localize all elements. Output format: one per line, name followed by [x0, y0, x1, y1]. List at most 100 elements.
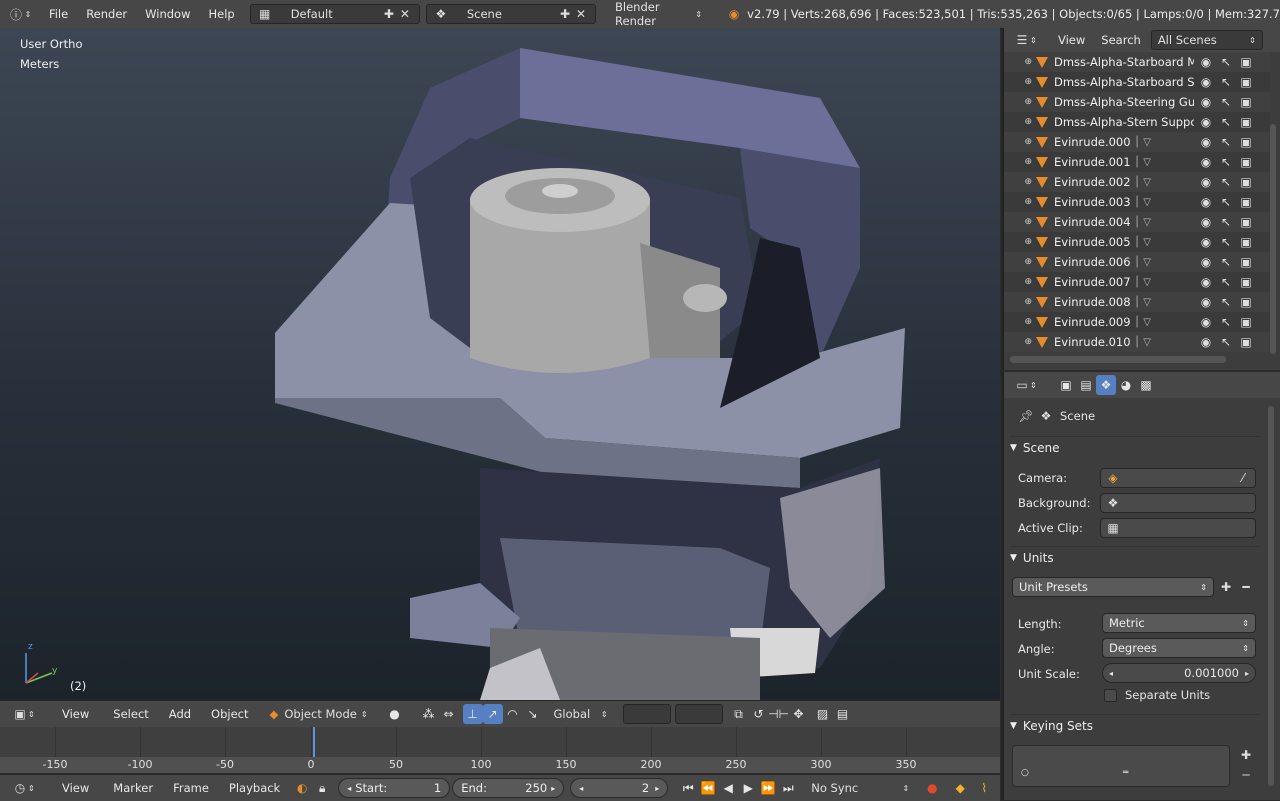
outliner-scrollbar-h[interactable]	[1010, 356, 1226, 363]
cursor-icon[interactable]: ↖	[1218, 154, 1234, 170]
timeline-editor-type[interactable]: ◷ ⇕	[0, 780, 48, 796]
menu-frame[interactable]: Frame	[165, 775, 217, 801]
eye-icon[interactable]: ◉	[1198, 334, 1214, 350]
cursor-icon[interactable]: ↖	[1218, 74, 1234, 90]
object-name[interactable]: Evinrude.009	[1054, 315, 1134, 329]
background-field[interactable]: ❖	[1100, 493, 1256, 513]
play-icon[interactable]: ▶	[738, 778, 758, 798]
layers-group-2[interactable]	[674, 704, 723, 724]
tab-scene-icon[interactable]: ❖	[1096, 375, 1116, 395]
list-item[interactable]: ⊕ Evinrude.006 │ ▽ ◉ ↖ ▣	[1004, 252, 1270, 272]
object-name[interactable]: Evinrude.007	[1054, 275, 1134, 289]
menu-render[interactable]: Render	[77, 0, 136, 28]
camera-icon[interactable]: ▣	[1238, 274, 1254, 290]
camera-icon[interactable]: ▣	[1238, 174, 1254, 190]
jump-keyframe-forward-icon[interactable]: ⏩	[758, 778, 778, 798]
record-icon[interactable]: ●	[922, 778, 942, 798]
tab-texture-icon[interactable]: ▩	[1136, 375, 1156, 395]
cursor-icon[interactable]: ↖	[1218, 194, 1234, 210]
cursor-icon[interactable]: ↖	[1218, 234, 1234, 250]
panel-units-header[interactable]: ▼ Units	[1010, 546, 1260, 569]
menu-playback[interactable]: Playback	[221, 775, 288, 801]
eye-icon[interactable]: ◉	[1198, 134, 1214, 150]
list-item[interactable]: ⊕ Evinrude.005 │ ▽ ◉ ↖ ▣	[1004, 232, 1270, 252]
outliner-menu-view[interactable]: View	[1050, 28, 1093, 52]
cursor-icon[interactable]: ↖	[1218, 294, 1234, 310]
eye-icon[interactable]: ◉	[1198, 114, 1214, 130]
expand-icon[interactable]: ⊕	[1004, 237, 1032, 247]
cursor-icon[interactable]: ↖	[1218, 94, 1234, 110]
remove-layout-icon[interactable]: ✕	[397, 6, 413, 22]
expand-icon[interactable]: ⊕	[1004, 157, 1032, 167]
list-item[interactable]: ⊕ Dmss-Alpha-Steering Guide ◉ ↖ ▣	[1004, 92, 1270, 112]
camera-icon[interactable]: ▣	[1238, 134, 1254, 150]
object-name[interactable]: Evinrude.008	[1054, 295, 1134, 309]
unit-scale-field[interactable]: ◂ 0.001000 ▸	[1102, 663, 1256, 683]
camera-icon[interactable]: ▣	[1238, 234, 1254, 250]
menu-window[interactable]: Window	[136, 0, 199, 28]
eye-icon[interactable]: ◉	[1198, 54, 1214, 70]
end-frame-field[interactable]: End: 250 ▸	[452, 778, 565, 798]
expand-icon[interactable]: ⊕	[1004, 97, 1032, 107]
outliner-menu-search[interactable]: Search	[1093, 28, 1149, 52]
menu-help[interactable]: Help	[199, 0, 243, 28]
rotate-icon[interactable]: ◠	[503, 704, 523, 724]
camera-icon[interactable]: ▣	[1238, 194, 1254, 210]
remove-scene-icon[interactable]: ✕	[573, 6, 589, 22]
current-frame-field[interactable]: ◂ 2 ▸	[570, 778, 669, 798]
menu-file[interactable]: File	[40, 0, 77, 28]
list-item[interactable]: ⊕ Dmss-Alpha-Stern Support ◉ ↖ ▣	[1004, 112, 1270, 132]
object-name[interactable]: Evinrude.010	[1054, 335, 1134, 349]
checkbox-icon[interactable]	[1104, 688, 1117, 702]
list-item[interactable]: ⊕ Dmss-Alpha-Starboard Stern ◉ ↖ ▣	[1004, 72, 1270, 92]
orientation-selector[interactable]: Global ⇕	[546, 704, 615, 724]
list-item[interactable]: ⊕ Evinrude.009 │ ▽ ◉ ↖ ▣	[1004, 312, 1270, 332]
play-reverse-icon[interactable]: ◀	[718, 778, 738, 798]
layout-selector[interactable]: ▦ Default ✚ ✕	[249, 4, 420, 24]
add-scene-icon[interactable]: ✚	[557, 6, 573, 22]
jump-end-icon[interactable]: ⏭	[778, 778, 798, 798]
render-engine-selector[interactable]: Blender Render ⇕	[608, 0, 709, 28]
list-item[interactable]: ⊕ Evinrude.002 │ ▽ ◉ ↖ ▣	[1004, 172, 1270, 192]
keying-sets-list[interactable]: ○ ═	[1012, 745, 1230, 787]
camera-icon[interactable]: ▣	[1238, 74, 1254, 90]
eye-icon[interactable]: ◉	[1198, 74, 1214, 90]
unit-presets-menu[interactable]: Unit Presets ⇕	[1012, 577, 1214, 597]
object-name[interactable]: Evinrude.006	[1054, 255, 1134, 269]
mode-selector[interactable]: ◆ Object Mode ⇕	[262, 704, 375, 724]
pivot-icon[interactable]: ⁂	[419, 704, 439, 724]
expand-icon[interactable]: ⊕	[1004, 277, 1032, 287]
cursor-icon[interactable]: ↖	[1218, 314, 1234, 330]
menu-view[interactable]: View	[54, 701, 97, 727]
eye-icon[interactable]: ◉	[1198, 154, 1214, 170]
panel-scene-header[interactable]: ▼ Scene	[1010, 436, 1260, 459]
viewport-editor-type[interactable]: ▣ ⇕	[0, 706, 48, 722]
camera-icon[interactable]: ▣	[1238, 334, 1254, 350]
menu-add[interactable]: Add	[161, 701, 199, 727]
timeline[interactable]: -150 -100 -50 0 50 100 150 200 250 300 3…	[0, 727, 1000, 773]
mesh-data-icon[interactable]: │ ▽	[1134, 237, 1194, 248]
camera-icon[interactable]: ▣	[1238, 214, 1254, 230]
layers-group-1[interactable]	[622, 704, 671, 724]
outliner-scrollbar-v[interactable]	[1270, 124, 1276, 354]
object-name[interactable]: Evinrude.005	[1054, 235, 1134, 249]
remove-preset-icon[interactable]: ━	[1238, 579, 1254, 595]
expand-icon[interactable]: ⊕	[1004, 137, 1032, 147]
mesh-data-icon[interactable]: │ ▽	[1134, 317, 1194, 328]
list-item[interactable]: ⊕ Evinrude.001 │ ▽ ◉ ↖ ▣	[1004, 152, 1270, 172]
cursor-icon[interactable]: ↖	[1218, 114, 1234, 130]
shading-solid-icon[interactable]: ●	[385, 704, 405, 724]
mesh-data-icon[interactable]: │ ▽	[1134, 257, 1194, 268]
eye-icon[interactable]: ◉	[1198, 254, 1214, 270]
eye-icon[interactable]: ◉	[1198, 294, 1214, 310]
tab-render-layers-icon[interactable]: ▤	[1076, 375, 1096, 395]
tab-render-icon[interactable]: ▣	[1056, 375, 1076, 395]
object-name[interactable]: Evinrude.004	[1054, 215, 1134, 229]
camera-icon[interactable]: ▣	[1238, 154, 1254, 170]
eye-icon[interactable]: ◉	[1198, 94, 1214, 110]
menu-select[interactable]: Select	[105, 701, 156, 727]
timeline-track[interactable]	[0, 727, 1000, 757]
render-animation-icon[interactable]: ▤	[833, 704, 853, 724]
proportional-edit-icon[interactable]: ↺	[749, 704, 769, 724]
eye-icon[interactable]: ◉	[1198, 194, 1214, 210]
